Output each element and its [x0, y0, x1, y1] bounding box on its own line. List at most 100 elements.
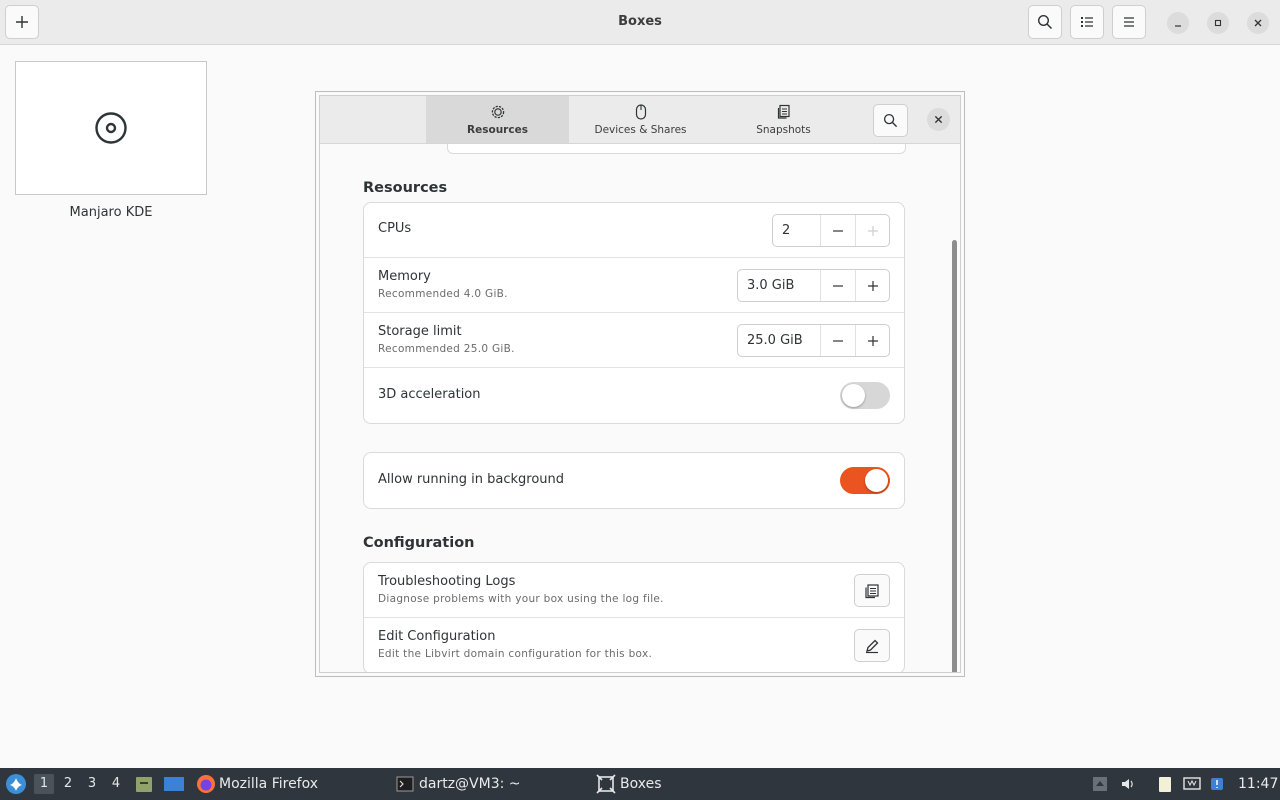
edit-config-button[interactable] [854, 629, 890, 662]
volume-icon[interactable] [1119, 775, 1137, 793]
dialog-search-button[interactable] [873, 104, 908, 137]
tab-snapshots[interactable]: Snapshots [712, 96, 855, 143]
acceleration-label: 3D acceleration [378, 387, 481, 402]
minus-icon [832, 284, 843, 287]
storage-row: Storage limit Recommended 25.0 GiB. 25.0… [364, 313, 904, 368]
close-icon [934, 115, 943, 124]
workspace-4[interactable]: 4 [106, 774, 126, 794]
plus-icon [867, 280, 878, 291]
start-menu-button[interactable] [4, 768, 28, 800]
taskbar: 1 2 3 4 Mozilla Firefox dartz@VM3: ~ Box… [0, 768, 1280, 800]
app-menu-icon [6, 774, 26, 794]
content-scrollbar[interactable] [952, 240, 957, 672]
workspace-1[interactable]: 1 [34, 774, 54, 794]
main-menu-button[interactable] [1112, 5, 1146, 39]
background-card: Allow running in background [363, 452, 905, 509]
configuration-card: Troubleshooting Logs Diagnose problems w… [363, 562, 905, 672]
storage-decrease-button[interactable] [820, 325, 854, 356]
plus-icon [867, 225, 878, 236]
desktop-icon [164, 777, 184, 791]
resources-section-title: Resources [363, 180, 448, 196]
acceleration-switch[interactable] [840, 382, 890, 409]
desktop-launcher[interactable] [163, 768, 185, 800]
background-label: Allow running in background [378, 472, 565, 487]
storage-increase-button[interactable] [855, 325, 889, 356]
tab-resources-label: Resources [467, 123, 528, 136]
maximize-button[interactable] [1207, 12, 1229, 34]
background-row: Allow running in background [364, 453, 904, 508]
clipboard-icon[interactable] [1156, 775, 1174, 793]
task-firefox[interactable]: Mozilla Firefox [196, 768, 318, 800]
dialog-close-button[interactable] [927, 108, 950, 131]
task-boxes[interactable]: Boxes [596, 768, 662, 800]
boxes-icon [596, 774, 616, 794]
edit-config-label: Edit Configuration [378, 629, 496, 644]
cpus-decrease-button[interactable] [820, 215, 854, 246]
minimize-button[interactable] [1167, 12, 1189, 34]
storage-recommendation: Recommended 25.0 GiB. [378, 343, 515, 355]
notification-icon[interactable] [1208, 775, 1226, 793]
logs-row: Troubleshooting Logs Diagnose problems w… [364, 563, 904, 618]
storage-value[interactable]: 25.0 GiB [738, 325, 803, 356]
plus-icon [16, 16, 28, 28]
background-switch[interactable] [840, 467, 890, 494]
updates-tray-icon[interactable] [1091, 775, 1109, 793]
minus-icon [832, 339, 843, 342]
memory-stepper[interactable]: 3.0 GiB [737, 269, 890, 302]
task-firefox-label: Mozilla Firefox [219, 776, 319, 792]
logs-description: Diagnose problems with your box using th… [378, 593, 664, 605]
new-box-button[interactable] [5, 5, 39, 39]
document-icon [865, 583, 879, 598]
configuration-section-title: Configuration [363, 535, 475, 551]
minus-icon [832, 229, 843, 232]
file-cabinet-icon [136, 777, 152, 792]
mouse-icon [635, 103, 647, 122]
task-terminal-label: dartz@VM3: ~ [419, 776, 521, 792]
cpus-increase-button[interactable] [855, 215, 889, 246]
list-view-icon [1081, 17, 1093, 27]
preferences-content[interactable]: Resources CPUs 2 Memory Recommended 4.0 … [320, 144, 960, 672]
acceleration-row: 3D acceleration [364, 368, 904, 423]
close-window-button[interactable] [1247, 12, 1269, 34]
workspace-2[interactable]: 2 [58, 774, 78, 794]
task-boxes-label: Boxes [620, 776, 662, 792]
dialog-tab-bar: Resources Devices & Shares Snapshots [320, 96, 960, 144]
box-thumbnail[interactable] [15, 61, 207, 195]
restore-icon [1214, 19, 1222, 27]
memory-decrease-button[interactable] [820, 270, 854, 301]
firefox-icon [197, 775, 215, 793]
network-icon[interactable] [1183, 775, 1201, 793]
storage-label: Storage limit [378, 324, 462, 339]
search-icon [883, 113, 898, 128]
workspace-3[interactable]: 3 [82, 774, 102, 794]
plus-icon [867, 335, 878, 346]
tab-snapshots-label: Snapshots [756, 123, 811, 136]
task-terminal[interactable]: dartz@VM3: ~ [396, 768, 521, 800]
pencil-icon [866, 639, 879, 653]
cpus-value[interactable]: 2 [773, 215, 790, 246]
view-toggle-button[interactable] [1070, 5, 1104, 39]
memory-value[interactable]: 3.0 GiB [738, 270, 794, 301]
cpus-row: CPUs 2 [364, 203, 904, 258]
disc-icon [95, 112, 127, 144]
memory-row: Memory Recommended 4.0 GiB. 3.0 GiB [364, 258, 904, 313]
memory-increase-button[interactable] [855, 270, 889, 301]
tab-devices-shares[interactable]: Devices & Shares [569, 96, 712, 143]
edit-config-description: Edit the Libvirt domain configuration fo… [378, 648, 653, 660]
cpus-stepper[interactable]: 2 [772, 214, 890, 247]
preferences-dialog: Resources Devices & Shares Snapshots Res… [315, 91, 965, 677]
view-logs-button[interactable] [854, 574, 890, 607]
terminal-icon [396, 776, 414, 792]
clock[interactable]: 11:47 [1238, 768, 1278, 800]
storage-stepper[interactable]: 25.0 GiB [737, 324, 890, 357]
switch-knob [865, 469, 888, 492]
edit-config-row: Edit Configuration Edit the Libvirt doma… [364, 618, 904, 672]
files-launcher[interactable] [134, 768, 154, 800]
hamburger-menu-icon [1124, 17, 1134, 27]
previous-section-card [447, 144, 906, 154]
search-button[interactable] [1028, 5, 1062, 39]
snapshots-icon [777, 104, 791, 122]
header-bar: Boxes [0, 0, 1280, 45]
tab-resources[interactable]: Resources [426, 96, 569, 143]
switch-knob [842, 384, 865, 407]
